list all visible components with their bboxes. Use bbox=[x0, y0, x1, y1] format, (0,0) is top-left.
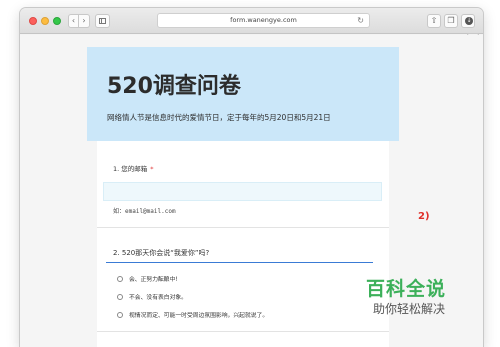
share-icon: ⇧ bbox=[430, 16, 438, 25]
option-label: 视情况而定、可能一时受周边氛围影响，兴起就说了。 bbox=[129, 313, 269, 319]
back-button[interactable]: ‹ bbox=[68, 14, 79, 28]
download-icon: ↓ bbox=[465, 17, 473, 25]
step-annotation: 2) bbox=[418, 211, 430, 222]
zoom-window-button[interactable] bbox=[53, 17, 61, 25]
question-divider bbox=[97, 227, 389, 228]
address-bar[interactable]: form.wanengye.com ↻ bbox=[157, 13, 370, 28]
email-field[interactable] bbox=[103, 182, 382, 201]
question-2-option-3[interactable]: 视情况而定、可能一时受周边氛围影响，兴起就说了。 bbox=[117, 310, 268, 319]
question-2-option-1[interactable]: 会、正努力酝酿中! bbox=[117, 274, 178, 283]
question-1-label: 1. 您的邮箱 * bbox=[113, 163, 154, 173]
question-2-option-2[interactable]: 不会、没有表白对象。 bbox=[117, 292, 187, 301]
survey-description: 网络情人节是信息时代的爱情节日，定于每年的5月20日和5月21日 bbox=[107, 113, 331, 122]
reload-icon[interactable]: ↻ bbox=[357, 14, 364, 27]
radio-button[interactable] bbox=[117, 294, 123, 300]
sidebar-toggle-button[interactable] bbox=[95, 14, 110, 28]
browser-toolbar: ‹ › form.wanengye.com ↻ ⇧ ❐ ↓ bbox=[20, 8, 483, 34]
survey-form: 1. 您的邮箱 * 如：email@mail.com 2. 520那天你会说“我爱… bbox=[97, 141, 389, 347]
watermark-logo: 百科全说 助你轻松解决 bbox=[366, 266, 466, 326]
sidebar-icon bbox=[99, 18, 106, 24]
page-title: 520调查问卷 bbox=[107, 74, 241, 99]
share-button[interactable]: ⇧ bbox=[427, 14, 441, 28]
email-hint: 如：email@mail.com bbox=[113, 208, 176, 215]
option-label: 不会、没有表白对象。 bbox=[129, 295, 187, 301]
chevron-right-icon: › bbox=[82, 16, 86, 25]
required-marker: * bbox=[150, 165, 154, 173]
watermark-title: 百科全说 bbox=[366, 278, 447, 300]
tabs-button[interactable]: ❐ bbox=[444, 14, 458, 28]
survey-header: 520调查问卷 网络情人节是信息时代的爱情节日，定于每年的5月20日和5月21日 bbox=[87, 47, 399, 141]
question-2-focus-underline bbox=[106, 262, 373, 263]
question-1-text: 1. 您的邮箱 bbox=[113, 165, 148, 173]
chevron-left-icon: ‹ bbox=[71, 16, 76, 25]
downloads-button[interactable]: ↓ bbox=[461, 14, 475, 28]
question-2-label: 2. 520那天你会说“我爱你”吗? bbox=[113, 249, 210, 257]
url-text: form.wanengye.com bbox=[230, 16, 297, 24]
radio-button[interactable] bbox=[117, 312, 123, 318]
forward-button[interactable]: › bbox=[79, 14, 90, 28]
radio-button[interactable] bbox=[117, 276, 123, 282]
close-window-button[interactable] bbox=[29, 17, 37, 25]
option-label: 会、正努力酝酿中! bbox=[129, 277, 178, 283]
watermark-subtitle: 助你轻松解决 bbox=[373, 302, 446, 316]
minimize-window-button[interactable] bbox=[41, 17, 49, 25]
question-divider bbox=[97, 331, 389, 332]
tabs-icon: ❐ bbox=[447, 16, 455, 25]
